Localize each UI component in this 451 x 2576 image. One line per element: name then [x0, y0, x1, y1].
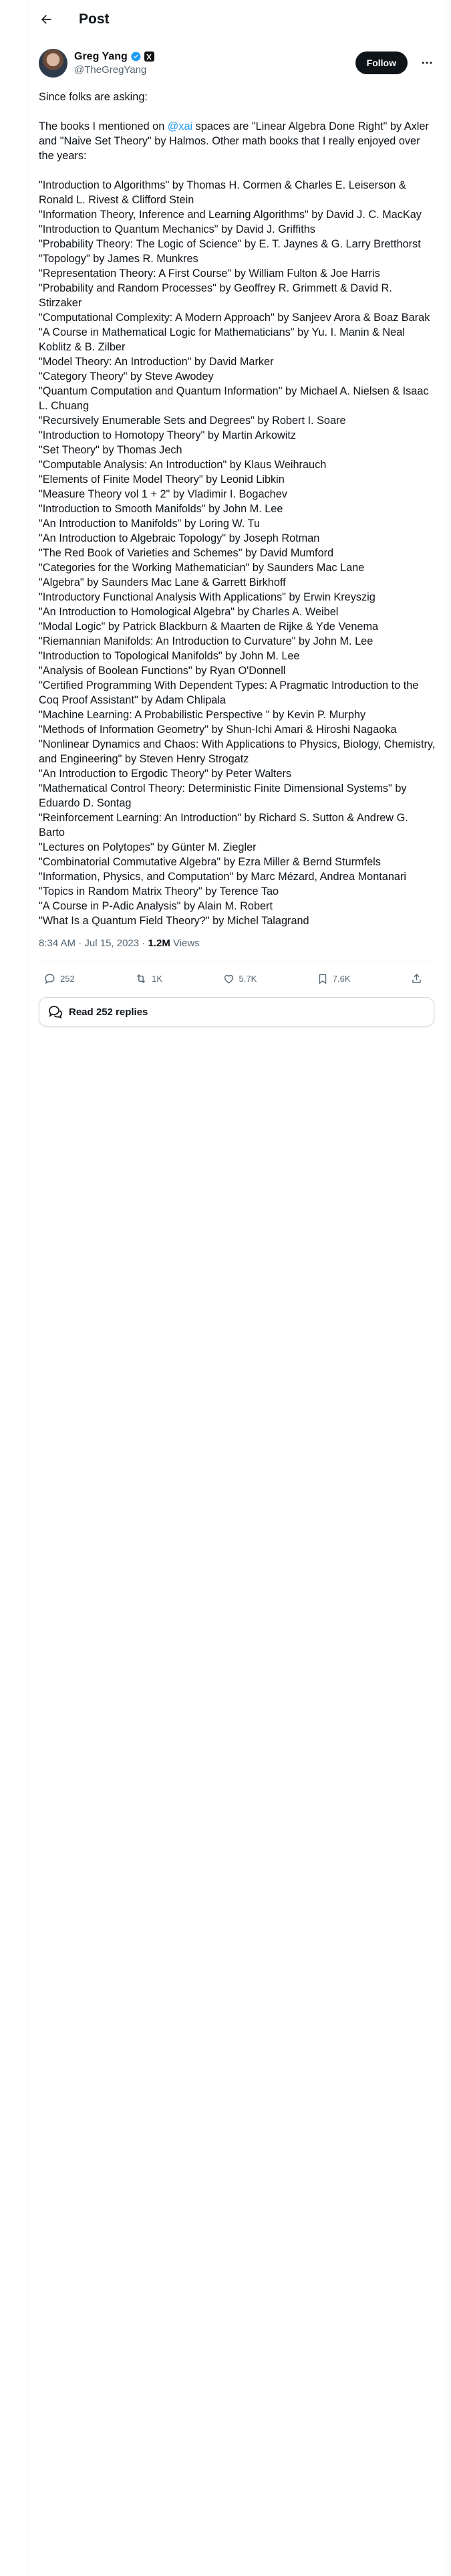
mention-link[interactable]: @xai: [168, 120, 192, 132]
reply-count: 252: [60, 973, 75, 984]
book-item: "Mathematical Control Theory: Determinis…: [39, 782, 410, 809]
author-row: Greg Yang @TheGregYang Follow: [27, 39, 446, 80]
book-item: "Nonlinear Dynamics and Chaos: With Appl…: [39, 738, 438, 765]
book-item: "Model Theory: An Introduction" by David…: [39, 356, 274, 368]
book-item: "Probability and Random Processes" by Ge…: [39, 282, 396, 309]
book-item: "Computable Analysis: An Introduction" b…: [39, 459, 327, 471]
author-name[interactable]: Greg Yang: [74, 51, 128, 63]
share-icon: [412, 973, 421, 983]
chat-bubbles-icon: [49, 1006, 62, 1019]
read-replies-button[interactable]: Read 252 replies: [39, 997, 434, 1027]
more-options-button[interactable]: [420, 56, 434, 70]
tweet-intro: Since folks are asking:: [39, 91, 148, 103]
back-button[interactable]: [39, 12, 53, 27]
views-label: Views: [170, 938, 200, 949]
book-list: "Introduction to Algorithms" by Thomas H…: [39, 178, 436, 928]
post-date[interactable]: Jul 15, 2023: [84, 938, 139, 949]
book-item: "Introductory Functional Analysis With A…: [39, 591, 375, 603]
book-item: "Lectures on Polytopes" by Günter M. Zie…: [39, 841, 257, 853]
book-item: "Categories for the Working Mathematicia…: [39, 562, 365, 574]
book-item: "An Introduction to Homological Algebra"…: [39, 606, 339, 618]
book-item: "Certified Programming With Dependent Ty…: [39, 679, 422, 706]
more-icon: [422, 62, 432, 64]
book-item: "Introduction to Topological Manifolds" …: [39, 650, 300, 662]
book-item: "Information Theory, Inference and Learn…: [39, 209, 422, 221]
book-item: "Combinatorial Commutative Algebra" by E…: [39, 856, 381, 868]
book-item: "What Is a Quantum Field Theory?" by Mic…: [39, 915, 309, 927]
org-badge-icon[interactable]: [144, 51, 154, 62]
book-item: "A Course in P-Adic Analysis" by Alain M…: [39, 900, 273, 912]
book-item: "An Introduction to Manifolds" by Loring…: [39, 518, 261, 530]
back-arrow-icon: [41, 15, 51, 24]
book-item: "Analysis of Boolean Functions" by Ryan …: [39, 665, 286, 677]
book-item: "Topology" by James R. Munkres: [39, 253, 198, 265]
book-item: "Algebra" by Saunders Mac Lane & Garrett…: [39, 576, 286, 588]
book-item: "Modal Logic" by Patrick Blackburn & Maa…: [39, 621, 379, 633]
meta-separator: ·: [139, 938, 148, 949]
post-time[interactable]: 8:34 AM: [39, 938, 76, 949]
repost-icon: [137, 974, 146, 983]
book-item: "Elements of Finite Model Theory" by Leo…: [39, 473, 285, 486]
book-item: "Introduction to Smooth Manifolds" by Jo…: [39, 503, 283, 515]
paragraph-start: The books I mentioned on: [39, 120, 168, 132]
like-button[interactable]: 5.7K: [222, 972, 257, 985]
book-item: "Information, Physics, and Computation" …: [39, 871, 407, 883]
book-item: "Introduction to Quantum Mechanics" by D…: [39, 223, 315, 235]
book-item: "Measure Theory vol 1 + 2" by Vladimir I…: [39, 488, 287, 500]
book-item: "Machine Learning: A Probabilistic Persp…: [39, 709, 366, 721]
bookmark-icon: [319, 974, 326, 984]
reply-icon: [45, 973, 55, 984]
author-handle[interactable]: @TheGregYang: [74, 64, 355, 76]
action-bar: 252 1K 5.7K 7.6K: [27, 962, 446, 994]
repost-button[interactable]: 1K: [134, 972, 162, 985]
read-replies-label: Read 252 replies: [69, 1006, 148, 1018]
reply-button[interactable]: 252: [43, 972, 75, 985]
book-item: "Methods of Information Geometry" by Shu…: [39, 724, 397, 736]
book-item: "Riemannian Manifolds: An Introduction t…: [39, 635, 373, 647]
author-names: Greg Yang @TheGregYang: [74, 51, 355, 76]
page-title: Post: [79, 11, 110, 27]
repost-count: 1K: [152, 973, 163, 984]
book-item: "The Red Book of Varieties and Schemes" …: [39, 547, 334, 559]
bookmark-count: 7.6K: [332, 973, 351, 984]
book-item: "Probability Theory: The Logic of Scienc…: [39, 238, 421, 250]
book-item: "Computational Complexity: A Modern Appr…: [39, 312, 430, 324]
author-name-row: Greg Yang: [74, 51, 355, 63]
heart-icon: [224, 974, 233, 984]
bookmark-button[interactable]: 7.6K: [317, 972, 351, 985]
blank-line: ​: [39, 104, 436, 119]
view-count: 1.2M: [148, 938, 170, 949]
tweet-meta: 8:34 AM · Jul 15, 2023 · 1.2M Views: [27, 928, 446, 952]
avatar[interactable]: [39, 48, 67, 78]
verified-badge-icon: [130, 51, 141, 62]
book-item: "Topics in Random Matrix Theory" by Tere…: [39, 885, 279, 897]
book-item: "An Introduction to Ergodic Theory" by P…: [39, 768, 292, 780]
blank-line: ​: [39, 163, 436, 178]
top-bar: Post: [27, 0, 446, 39]
book-item: "Set Theory" by Thomas Jech: [39, 444, 182, 456]
tweet-paragraph: The books I mentioned on @xai spaces are…: [39, 119, 436, 163]
post-column: Post Greg Yang @TheGregYang Follow Since…: [27, 0, 446, 2576]
book-item: "Category Theory" by Steve Awodey: [39, 370, 214, 383]
book-item: "Reinforcement Learning: An Introduction…: [39, 812, 412, 839]
book-item: "Representation Theory: A First Course" …: [39, 267, 380, 280]
tweet-text: Since folks are asking:​The books I ment…: [27, 80, 447, 928]
meta-separator: ·: [76, 938, 85, 949]
follow-button[interactable]: Follow: [355, 51, 408, 74]
like-count: 5.7K: [239, 973, 257, 984]
book-item: "Quantum Computation and Quantum Informa…: [39, 385, 432, 412]
book-item: "Introduction to Algorithms" by Thomas H…: [39, 179, 410, 206]
book-item: "Recursively Enumerable Sets and Degrees…: [39, 415, 346, 427]
book-item: "An Introduction to Algebraic Topology" …: [39, 532, 320, 544]
book-item: "A Course in Mathematical Logic for Math…: [39, 326, 408, 353]
book-item: "Introduction to Homotopy Theory" by Mar…: [39, 429, 296, 441]
share-button[interactable]: [410, 972, 427, 985]
